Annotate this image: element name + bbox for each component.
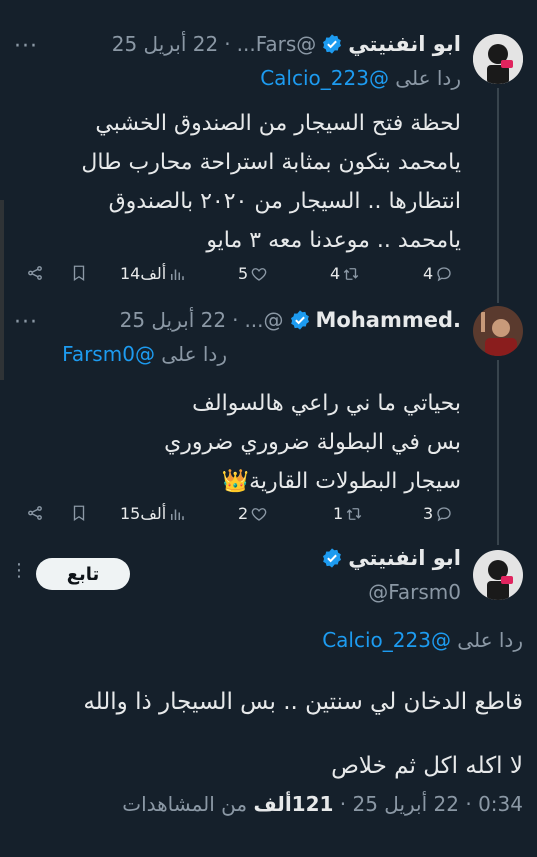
avatar[interactable] [473,306,523,356]
display-name[interactable]: ابو انفنيتي [348,546,461,570]
reply-icon [435,505,453,523]
like-button[interactable]: 5 [238,264,268,283]
tweet-header: Mohammed. @... · 22 أبريل 25 [120,308,461,332]
reply-mention[interactable]: @Calcio_223 [322,628,451,652]
views-unit: ألف [253,792,292,816]
reply-button[interactable]: 4 [423,264,453,283]
handle[interactable]: @... [244,308,283,332]
bookmark-button[interactable] [70,264,88,282]
more-icon[interactable]: ··· [14,34,38,59]
tweet-date[interactable]: 22 أبريل 25 [120,308,227,332]
reply-mention[interactable]: @Calcio_223 [260,66,389,90]
tweet-text: لحظة فتح السيجار من الصندوق الخشبي يامحم… [81,104,461,260]
bookmark-icon [70,264,88,282]
retweet-icon [345,505,363,523]
reply-count: 3 [423,504,434,523]
reply-label: ردا على [395,66,461,90]
display-name[interactable]: Mohammed. [316,308,461,332]
tweet-line: بحياتي ما ني راعي هالسوالف [192,391,461,416]
tweet-date[interactable]: 22 أبريل 25 [353,792,460,816]
separator-dot: · [224,32,231,56]
tweet-line: سيجار البطولات القارية👑 [221,469,461,494]
verified-badge-icon [289,309,311,331]
like-icon [250,505,268,523]
views-count: 15ألف [120,504,167,523]
like-count: 5 [238,264,249,283]
display-name[interactable]: ابو انفنيتي [348,32,461,56]
bookmark-button[interactable] [70,504,88,522]
handle[interactable]: @Fars... [237,32,317,56]
avatar[interactable] [473,550,523,600]
reply-context: ردا على @Calcio_223 [322,628,523,652]
views-button[interactable]: 15ألف [120,504,186,523]
handle[interactable]: @Farsm0 [368,580,461,604]
tweet-line: بس في البطولة ضروري ضروري [164,430,461,455]
reply-button[interactable]: 3 [423,504,453,523]
retweet-count: 4 [330,264,341,283]
tweet-header: ابو انفنيتي [316,546,461,570]
reply-label: ردا على [161,342,227,366]
scroll-indicator [0,200,4,380]
more-icon[interactable]: ⋮ [10,560,29,581]
like-button[interactable]: 2 [238,504,268,523]
reply-icon [435,265,453,283]
separator-dot: · [333,792,347,816]
like-icon [250,265,268,283]
tweet-time[interactable]: 0:34 [478,792,523,816]
tweet-text: بحياتي ما ني راعي هالسوالف بس في البطولة… [164,384,461,501]
views-icon [168,505,186,523]
retweet-count: 1 [333,504,344,523]
views-count: 14ألف [120,264,167,283]
follow-button[interactable]: تابع [36,558,130,590]
share-icon [26,264,44,282]
thread-line [497,88,499,303]
reply-context: ردا على @Farsm0 [62,342,227,366]
share-button[interactable] [26,264,44,282]
tweet-line: قاطع الدخان لي سنتين .. بس السيجار ذا وا… [83,689,523,715]
tweet-text: قاطع الدخان لي سنتين .. بس السيجار ذا وا… [83,670,523,798]
views-count: 121 [291,792,334,816]
retweet-button[interactable]: 1 [333,504,363,523]
reply-context: ردا على @Calcio_223 [260,66,461,90]
tweet-header: ابو انفنيتي @Fars... · 22 أبريل 25 [112,32,461,56]
tweet-meta: 0:34 · 22 أبريل 25 · 121ألف من المشاهدات [122,792,523,816]
share-icon [26,504,44,522]
reply-count: 4 [423,264,434,283]
tweet-line: لحظة فتح السيجار من الصندوق الخشبي [95,111,461,136]
like-count: 2 [238,504,249,523]
tweet-line: يامحمد بتكون بمثابة استراحة محارب طال [81,150,461,175]
more-icon[interactable]: ··· [14,310,38,335]
views-label: من المشاهدات [122,792,248,816]
separator-dot: · [232,308,239,332]
views-button[interactable]: 14ألف [120,264,186,283]
reply-label: ردا على [457,628,523,652]
retweet-button[interactable]: 4 [330,264,360,283]
avatar[interactable] [473,34,523,84]
tweet-date[interactable]: 22 أبريل 25 [112,32,219,56]
retweet-icon [342,265,360,283]
thread-line [497,360,499,545]
verified-badge-icon [321,547,343,569]
tweet-line: لا اكله اكل ثم خلاص [331,753,523,779]
reply-mention[interactable]: @Farsm0 [62,342,155,366]
views-icon [168,265,186,283]
tweet-line: انتظارها .. السيجار من ٢٠٢٠ بالصندوق [108,189,461,214]
separator-dot: · [459,792,472,816]
verified-badge-icon [321,33,343,55]
bookmark-icon [70,504,88,522]
share-button[interactable] [26,504,44,522]
tweet-line: يامحمد .. موعدنا معه ٣ مايو [206,228,461,253]
